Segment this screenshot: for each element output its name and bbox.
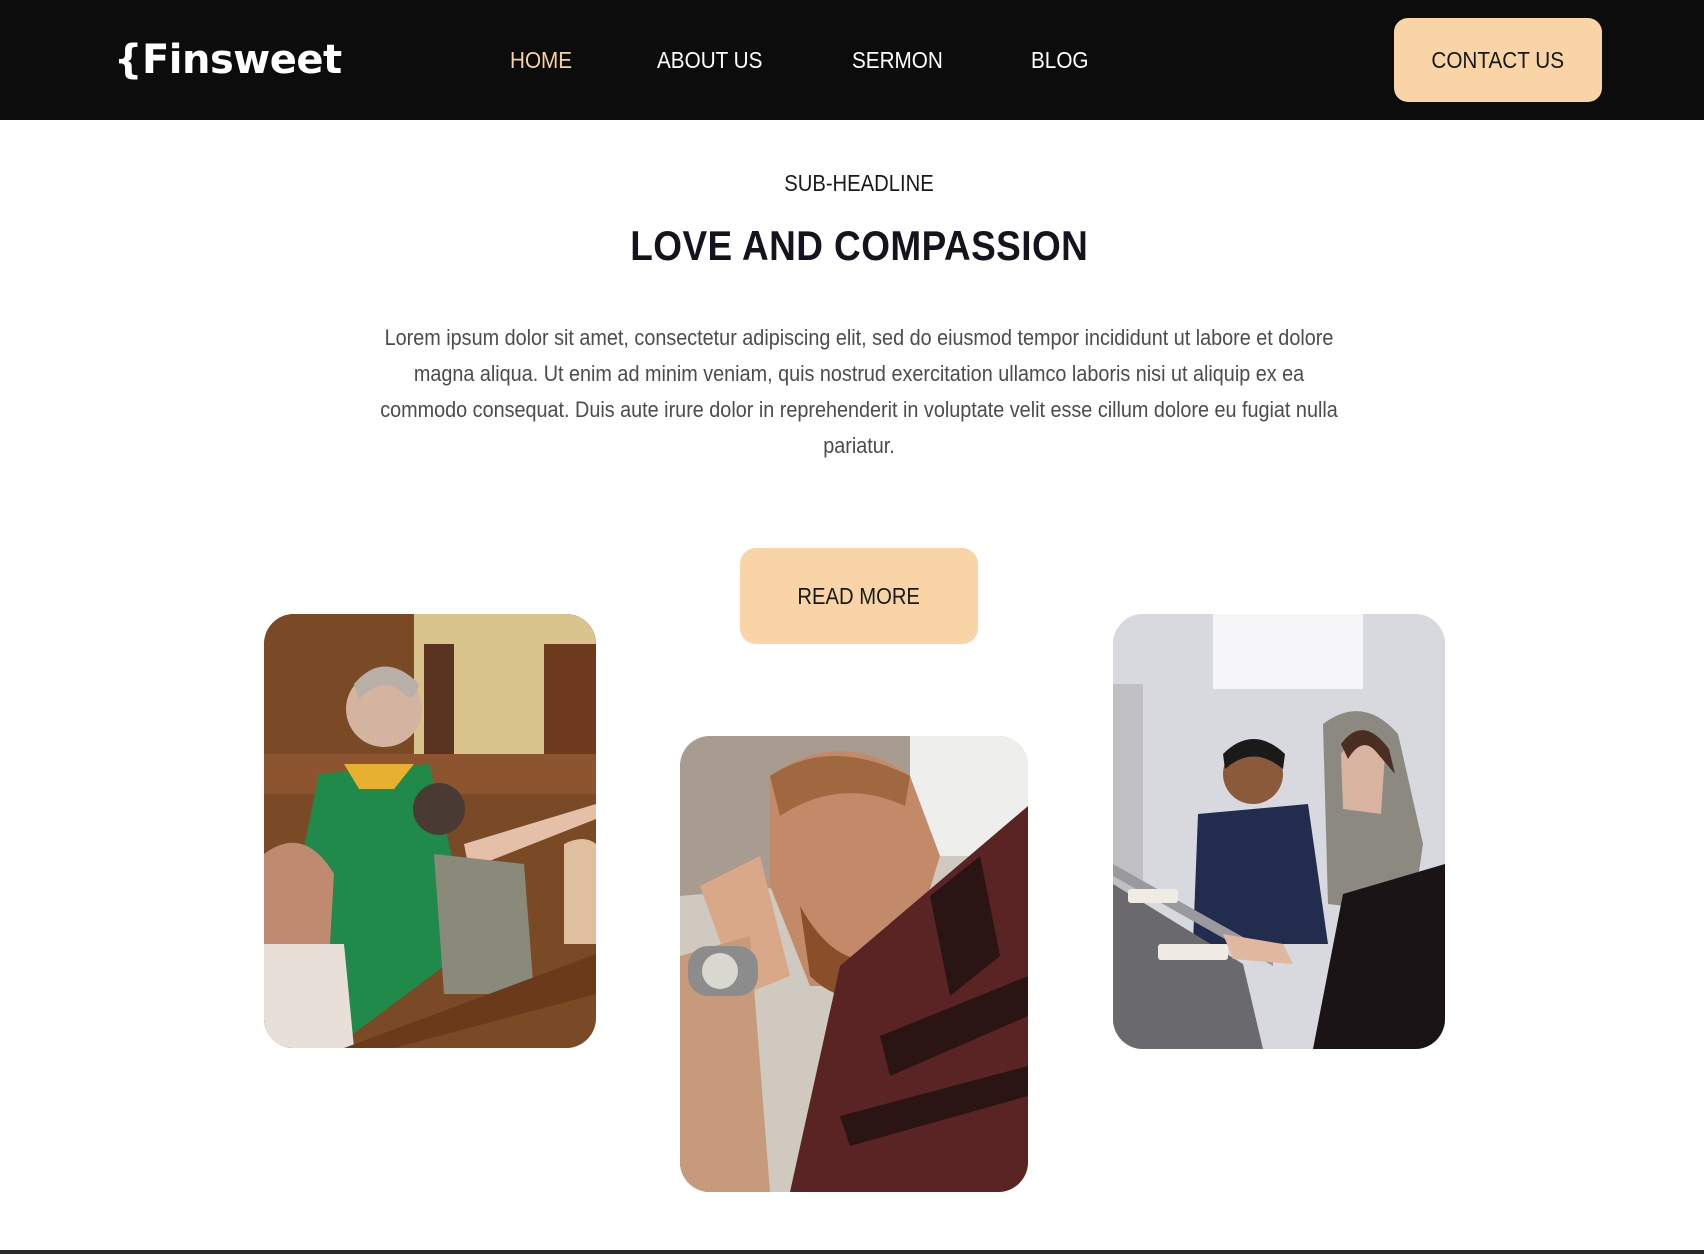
contact-us-label: CONTACT US bbox=[1431, 46, 1565, 73]
section-divider bbox=[0, 1250, 1704, 1254]
man-praying-photo bbox=[680, 736, 1028, 1192]
hero-description-text: Lorem ipsum dolor sit amet, consectetur … bbox=[380, 325, 1338, 458]
site-logo[interactable]: {Finsweet bbox=[114, 34, 342, 86]
sub-headline-text: SUB-HEADLINE bbox=[784, 170, 934, 196]
nav-link-sermon[interactable]: SERMON bbox=[852, 47, 943, 74]
navbar: {Finsweet HOME ABOUT US SERMON BLOG CONT… bbox=[0, 0, 1704, 120]
nav-link-blog[interactable]: BLOG bbox=[1031, 47, 1089, 74]
read-more-label: READ MORE bbox=[797, 582, 921, 609]
couple-reading-bible-photo bbox=[1113, 614, 1445, 1049]
sub-headline: SUB-HEADLINE bbox=[0, 170, 1704, 197]
nav-link-home[interactable]: HOME bbox=[510, 47, 572, 74]
main-nav: HOME ABOUT US SERMON BLOG bbox=[510, 40, 1173, 80]
page-title: LOVE AND COMPASSION bbox=[0, 222, 1704, 270]
contact-us-button[interactable]: CONTACT US bbox=[1394, 18, 1602, 102]
hero-description: Lorem ipsum dolor sit amet, consectetur … bbox=[374, 320, 1344, 464]
read-more-button[interactable]: READ MORE bbox=[740, 548, 978, 644]
page-title-text: LOVE AND COMPASSION bbox=[629, 222, 1089, 269]
nav-link-about-us[interactable]: ABOUT US bbox=[657, 47, 762, 74]
pastor-blessing-congregation-photo bbox=[264, 614, 596, 1048]
